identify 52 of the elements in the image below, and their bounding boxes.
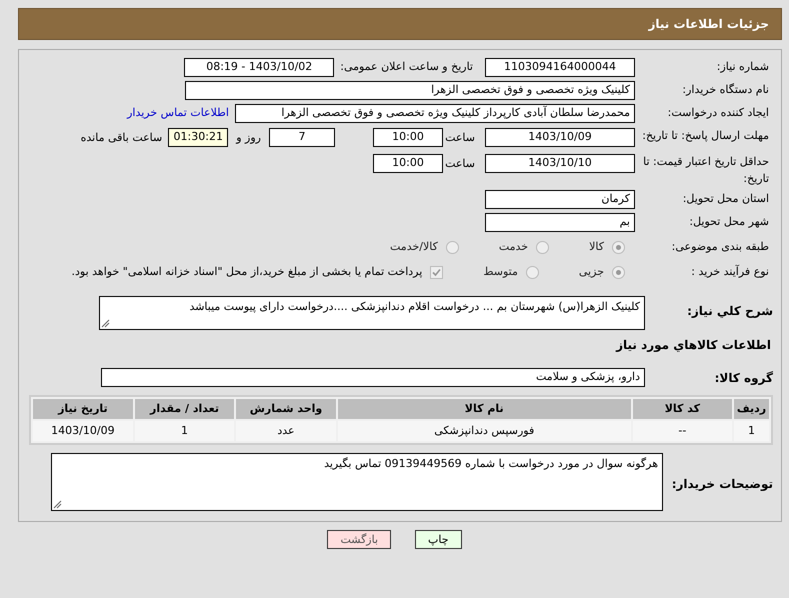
column-header: واحد شمارش bbox=[236, 399, 336, 419]
field-label: ایجاد کننده درخواست: bbox=[666, 104, 770, 121]
table-cell: -- bbox=[632, 421, 732, 441]
table-cell: 1 bbox=[134, 421, 234, 441]
field-label: مهلت ارسال پاسخ: تا تاریخ: bbox=[641, 128, 770, 144]
resize-grip-icon[interactable] bbox=[101, 319, 110, 328]
need-number-field: 1103094164000044 bbox=[485, 58, 635, 76]
province-field: کرمان bbox=[485, 190, 635, 208]
field-label: تاریخ و ساعت اعلان عمومی: bbox=[340, 58, 473, 75]
column-header: ردیف bbox=[734, 399, 769, 419]
field-label: شماره نیاز: bbox=[716, 58, 770, 75]
field-label: ساعت bbox=[444, 130, 475, 146]
time-field: 10:00 bbox=[373, 154, 443, 173]
date-field: 1403/10/09 bbox=[485, 128, 635, 147]
section-heading: اطلاعات کالاهاي مورد نياز bbox=[616, 337, 771, 354]
page-title: جزئیات اطلاعات نیاز bbox=[648, 16, 769, 33]
field-label: حداقل تاریخ اعتبار قیمت: تا تاریخ: bbox=[642, 154, 770, 187]
field-label: شهر محل تحویل: bbox=[688, 214, 770, 230]
days-field: 7 bbox=[269, 128, 335, 147]
print-button[interactable]: چاپ bbox=[415, 530, 462, 549]
field-label: طبقه بندی موضوعی: bbox=[670, 238, 770, 255]
column-header: تاریخ نیاز bbox=[33, 399, 133, 419]
goods-group-field: دارو، پزشکی و سلامت bbox=[101, 368, 645, 387]
field-label: شرح کلي نياز: bbox=[686, 303, 773, 320]
field-label: ساعت باقی مانده bbox=[80, 130, 162, 146]
field-label: ساعت bbox=[444, 156, 475, 172]
table-cell: عدد bbox=[236, 421, 336, 441]
date-field: 1403/10/10 bbox=[485, 154, 635, 173]
contact-link[interactable]: اطلاعات تماس خریدار bbox=[127, 104, 229, 122]
field-label: گروه کالا: bbox=[714, 370, 773, 386]
remaining-time-field: 01:30:21 bbox=[168, 128, 228, 147]
column-header: نام کالا bbox=[338, 399, 631, 419]
description-field: کلینیک الزهرا(س) شهرستان بم ... درخواست اقلام دندانپزشکی ....درخواست دارای پیوست میباشد bbox=[99, 296, 645, 330]
table-cell: 1403/10/09 bbox=[33, 421, 133, 441]
back-button[interactable]: بازگشت bbox=[327, 530, 392, 549]
field-label: توضیحات خریدار: bbox=[670, 476, 773, 493]
column-header: کد کالا bbox=[632, 399, 732, 419]
resize-grip-icon[interactable] bbox=[53, 500, 62, 509]
field-label: استان محل تحویل: bbox=[682, 190, 770, 207]
table-cell: فورسپس دندانپزشکی bbox=[338, 421, 631, 441]
field-label: نوع فرآیند خرید : bbox=[690, 264, 770, 280]
announce-date-field: 1403/10/02 - 08:19 bbox=[184, 58, 334, 76]
column-header: تعداد / مقدار bbox=[134, 399, 234, 419]
table-cell: 1 bbox=[734, 421, 769, 441]
buyer-notes-field: هرگونه سوال در مورد درخواست با شماره 09139449569 تماس بگیرید bbox=[51, 453, 663, 511]
payment-note: پرداخت تمام یا بخشی از مبلغ خرید،از محل "اسناد خزانه اسلامی" خواهد بود. bbox=[72, 264, 422, 280]
creator-field: محمدرضا سلطان آبادی کارپرداز کلینیک ویژه تخصصی و فوق تخصصی الزهرا bbox=[235, 104, 635, 122]
field-label: روز و bbox=[236, 130, 261, 146]
city-field: بم bbox=[485, 212, 635, 232]
time-field: 10:00 bbox=[373, 128, 443, 147]
buyer-name-field: کلینیک ویژه تخصصی و فوق تخصصی الزهرا bbox=[185, 80, 635, 100]
field-label: نام دستگاه خریدار: bbox=[681, 82, 770, 98]
